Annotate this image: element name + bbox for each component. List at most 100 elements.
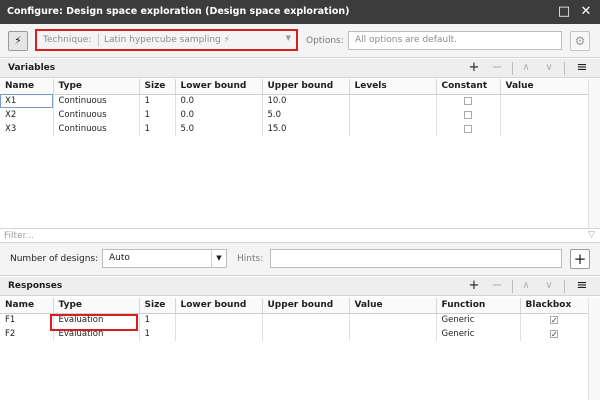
variable-type-cell[interactable]: Continuous — [53, 94, 140, 108]
column-header[interactable]: Value — [500, 79, 589, 95]
menu-icon[interactable]: ≡ — [575, 278, 589, 294]
column-header[interactable]: Blackbox — [520, 298, 589, 314]
variable-name-cell[interactable]: X2 — [0, 108, 54, 122]
toolbar-divider — [564, 62, 565, 75]
run-button[interactable]: ⚡ — [8, 31, 28, 51]
technique-selector[interactable]: Technique: Latin hypercube sampling ⚡ ▼ — [35, 29, 298, 51]
number-of-designs-select[interactable]: Auto ▼ — [102, 249, 227, 268]
filter-icon[interactable]: ▽ — [588, 230, 595, 240]
table-header-row: Name Type Size Lower bound Upper bound L… — [0, 79, 589, 95]
responses-scrollbar[interactable] — [588, 298, 600, 400]
value-cell[interactable] — [500, 94, 589, 108]
move-up-icon[interactable]: ∧ — [519, 60, 533, 76]
chevron-down-icon[interactable]: ▼ — [286, 34, 291, 42]
column-header[interactable]: Name — [0, 298, 54, 314]
responses-header: Responses + − ∧ ∨ ≡ — [0, 277, 600, 296]
column-header[interactable]: Constant — [436, 79, 501, 95]
variables-scrollbar[interactable] — [588, 79, 600, 228]
move-up-icon[interactable]: ∧ — [519, 278, 533, 294]
column-header[interactable]: Function — [436, 298, 521, 314]
blackbox-cell[interactable]: ✓ — [520, 327, 589, 341]
variable-size-cell[interactable]: 1 — [139, 108, 176, 122]
menu-icon[interactable]: ≡ — [575, 60, 589, 76]
blackbox-checkbox[interactable]: ✓ — [550, 315, 558, 324]
levels-cell[interactable] — [349, 122, 437, 136]
value-cell[interactable] — [500, 108, 589, 122]
table-header-row: Name Type Size Lower bound Upper bound V… — [0, 298, 589, 314]
levels-cell[interactable] — [349, 94, 437, 108]
blackbox-cell[interactable]: ✓ — [520, 313, 589, 327]
add-variable-icon[interactable]: + — [467, 60, 481, 76]
move-down-icon[interactable]: ∨ — [542, 60, 556, 76]
upper-bound-cell[interactable]: 5.0 — [262, 108, 350, 122]
column-header[interactable]: Lower bound — [175, 298, 263, 314]
toolbar: ⚡ Technique: Latin hypercube sampling ⚡ … — [0, 24, 600, 58]
blackbox-checkbox[interactable]: ✓ — [550, 329, 558, 338]
column-header[interactable]: Upper bound — [262, 298, 350, 314]
response-size-cell[interactable]: 1 — [139, 313, 176, 327]
table-row[interactable]: X2 Continuous 1 0.0 5.0 — [0, 108, 589, 122]
table-row[interactable]: X3 Continuous 1 5.0 15.0 — [0, 122, 589, 136]
filter-input[interactable]: Filter... — [4, 231, 34, 241]
column-header[interactable]: Lower bound — [175, 79, 263, 95]
column-header[interactable]: Name — [0, 79, 54, 95]
variable-size-cell[interactable]: 1 — [139, 94, 176, 108]
options-field[interactable]: All options are default. — [348, 31, 562, 50]
lower-bound-cell[interactable]: 0.0 — [175, 108, 263, 122]
lower-bound-cell[interactable] — [175, 313, 263, 327]
value-cell[interactable] — [500, 122, 589, 136]
response-name-cell[interactable]: F1 — [0, 313, 54, 327]
hints-label: Hints: — [237, 254, 264, 264]
lower-bound-cell[interactable]: 0.0 — [175, 94, 263, 108]
settings-button[interactable]: ⚙ — [570, 31, 590, 51]
function-cell[interactable]: Generic — [436, 327, 521, 341]
technique-combo[interactable]: Latin hypercube sampling ⚡ — [98, 33, 292, 47]
move-down-icon[interactable]: ∨ — [542, 278, 556, 294]
close-icon[interactable]: ✕ — [578, 3, 594, 20]
value-cell[interactable] — [349, 327, 437, 341]
column-header[interactable]: Upper bound — [262, 79, 350, 95]
upper-bound-cell[interactable]: 15.0 — [262, 122, 350, 136]
function-cell[interactable]: Generic — [436, 313, 521, 327]
remove-response-icon[interactable]: − — [490, 278, 504, 294]
restore-window-icon[interactable]: □ — [556, 3, 572, 20]
constant-checkbox[interactable] — [464, 124, 472, 133]
variable-type-cell[interactable]: Continuous — [53, 122, 140, 136]
response-name-cell[interactable]: F2 — [0, 327, 54, 341]
column-header[interactable]: Size — [139, 298, 176, 314]
levels-cell[interactable] — [349, 108, 437, 122]
lower-bound-cell[interactable]: 5.0 — [175, 122, 263, 136]
plus-icon: + — [573, 250, 587, 268]
constant-cell[interactable] — [436, 108, 501, 122]
lightning-icon: ⚡ — [223, 35, 230, 45]
chevron-down-icon[interactable]: ▼ — [211, 250, 226, 267]
responses-title: Responses — [8, 281, 63, 291]
upper-bound-cell[interactable] — [262, 327, 350, 341]
column-header[interactable]: Value — [349, 298, 437, 314]
column-header[interactable]: Size — [139, 79, 176, 95]
constant-cell[interactable] — [436, 122, 501, 136]
hints-input[interactable] — [270, 249, 562, 268]
filter-bar[interactable]: Filter... ▽ — [0, 228, 600, 243]
upper-bound-cell[interactable] — [262, 313, 350, 327]
add-response-icon[interactable]: + — [467, 278, 481, 294]
column-header[interactable]: Type — [53, 298, 140, 314]
upper-bound-cell[interactable]: 10.0 — [262, 94, 350, 108]
remove-variable-icon[interactable]: − — [490, 60, 504, 76]
lower-bound-cell[interactable] — [175, 327, 263, 341]
column-header[interactable]: Levels — [349, 79, 437, 95]
table-row[interactable]: X1 Continuous 1 0.0 10.0 — [0, 94, 589, 108]
variable-type-cell[interactable]: Continuous — [53, 108, 140, 122]
constant-checkbox[interactable] — [464, 110, 472, 119]
variable-name-cell[interactable]: X3 — [0, 122, 54, 136]
variable-name-cell[interactable]: X1 — [0, 94, 54, 108]
response-size-cell[interactable]: 1 — [139, 327, 176, 341]
variable-size-cell[interactable]: 1 — [139, 122, 176, 136]
gear-icon: ⚙ — [574, 34, 586, 48]
constant-checkbox[interactable] — [464, 96, 472, 105]
constant-cell[interactable] — [436, 94, 501, 108]
variables-title: Variables — [8, 63, 56, 73]
column-header[interactable]: Type — [53, 79, 140, 95]
value-cell[interactable] — [349, 313, 437, 327]
add-hint-button[interactable]: + — [570, 249, 590, 269]
